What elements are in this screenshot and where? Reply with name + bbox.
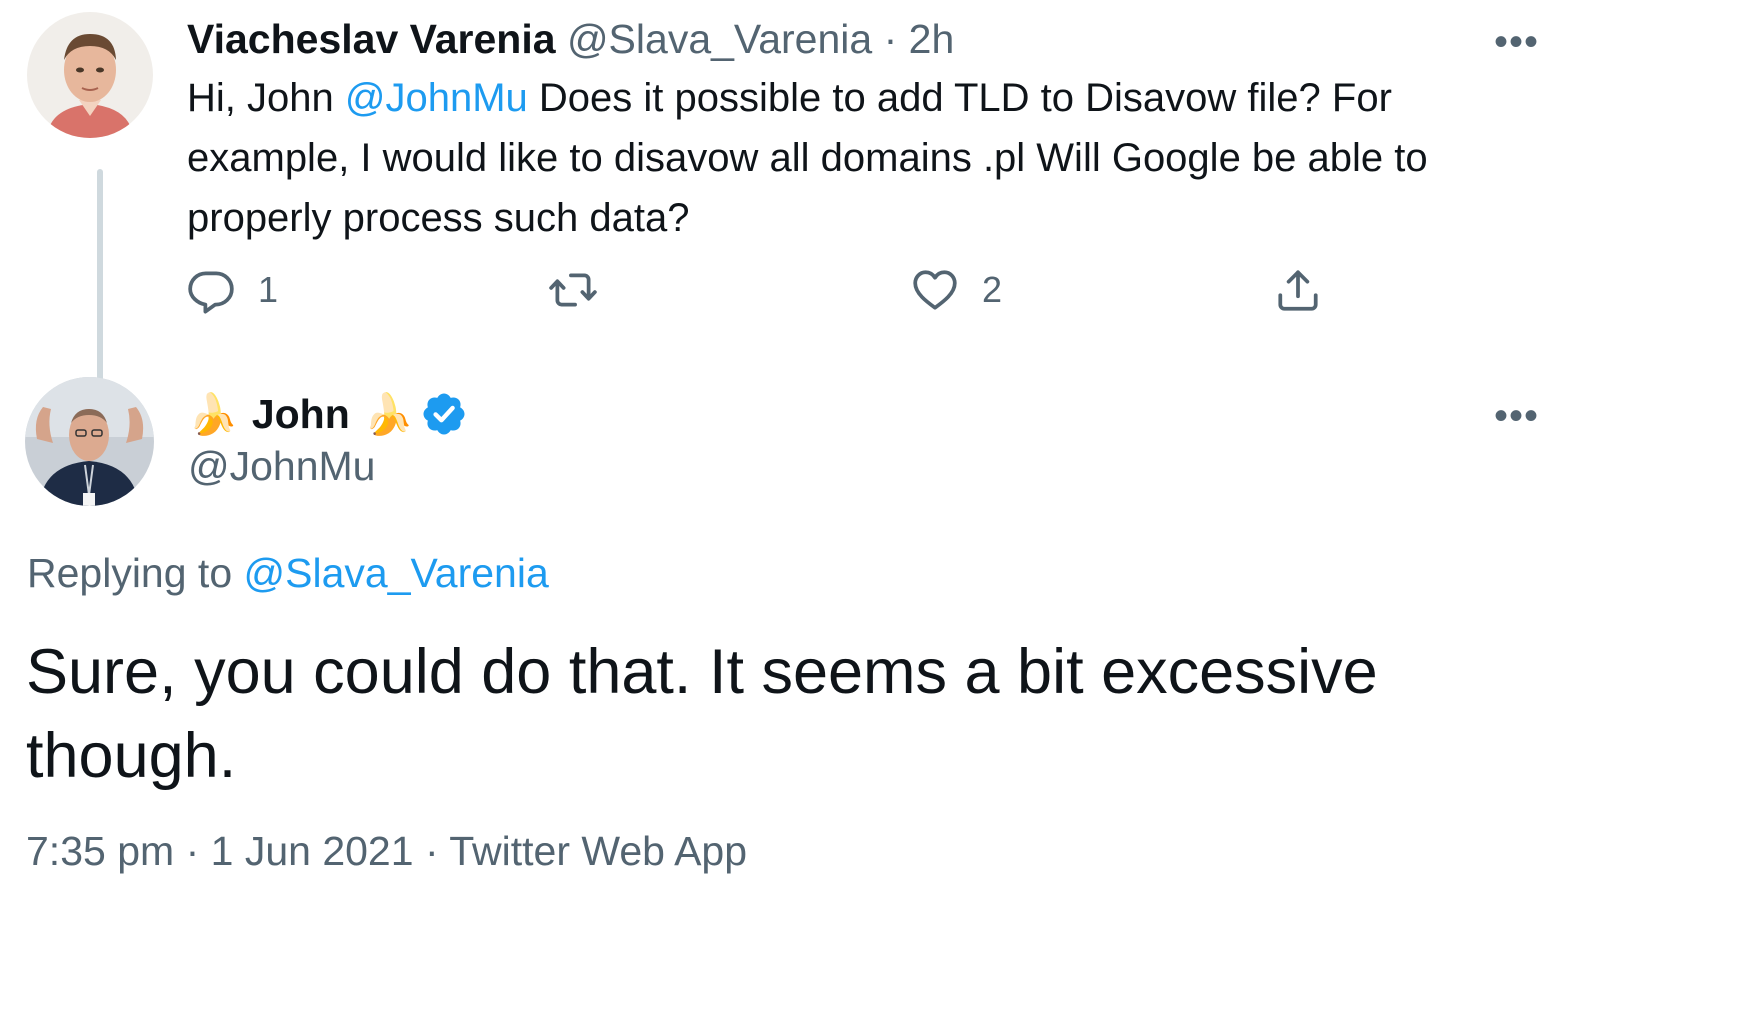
reply-count: 1: [258, 269, 279, 310]
tweet-source[interactable]: Twitter Web App: [449, 828, 747, 874]
author-handle[interactable]: @Slava_Varenia: [567, 16, 872, 62]
tweet-meta: 7:35 pm · 1 Jun 2021 · Twitter Web App: [26, 828, 747, 875]
mention-link[interactable]: @JohnMu: [345, 76, 528, 120]
author-handle[interactable]: @JohnMu: [188, 443, 375, 490]
tweet-time[interactable]: 7:35 pm: [26, 828, 174, 874]
banana-emoji-right: 🍌: [363, 392, 414, 437]
separator-dot: ·: [185, 828, 200, 874]
separator-dot: ·: [883, 16, 898, 62]
reply-icon: [188, 271, 234, 314]
share-button[interactable]: [1273, 265, 1323, 315]
like-icon: [913, 270, 957, 310]
reply-button[interactable]: 1: [186, 265, 278, 315]
like-count: 2: [982, 269, 1003, 310]
author-name[interactable]: Viacheslav Varenia: [187, 16, 556, 62]
main-tweet-name-row[interactable]: 🍌 John 🍌: [188, 386, 468, 442]
share-icon: [1278, 270, 1318, 311]
avatar-viacheslav[interactable]: [27, 12, 153, 138]
retweet-button[interactable]: [548, 265, 620, 315]
parent-tweet-header: Viacheslav Varenia @Slava_Varenia · 2h: [187, 16, 954, 63]
replying-to-line: Replying to @Slava_Varenia: [27, 550, 549, 597]
separator-dot: ·: [424, 828, 439, 874]
replying-to-label: Replying to: [27, 550, 244, 596]
parent-tweet-text: Hi, John @JohnMu Does it possible to add…: [187, 68, 1477, 248]
tweet-time[interactable]: 2h: [909, 16, 955, 62]
more-icon[interactable]: •••: [1494, 22, 1539, 62]
replying-to-link[interactable]: @Slava_Varenia: [244, 550, 549, 596]
main-tweet-text: Sure, you could do that. It seems a bit …: [26, 637, 1378, 791]
author-name[interactable]: John: [252, 391, 350, 438]
tweet-text-prefix: Hi, John: [187, 76, 345, 120]
banana-emoji-left: 🍌: [188, 392, 238, 437]
avatar-john[interactable]: [25, 377, 154, 506]
verified-badge-icon: [423, 393, 465, 435]
like-button[interactable]: 2: [910, 265, 1002, 315]
tweet-date[interactable]: 1 Jun 2021: [211, 828, 414, 874]
more-icon[interactable]: •••: [1494, 396, 1539, 436]
retweet-icon: [549, 273, 597, 307]
